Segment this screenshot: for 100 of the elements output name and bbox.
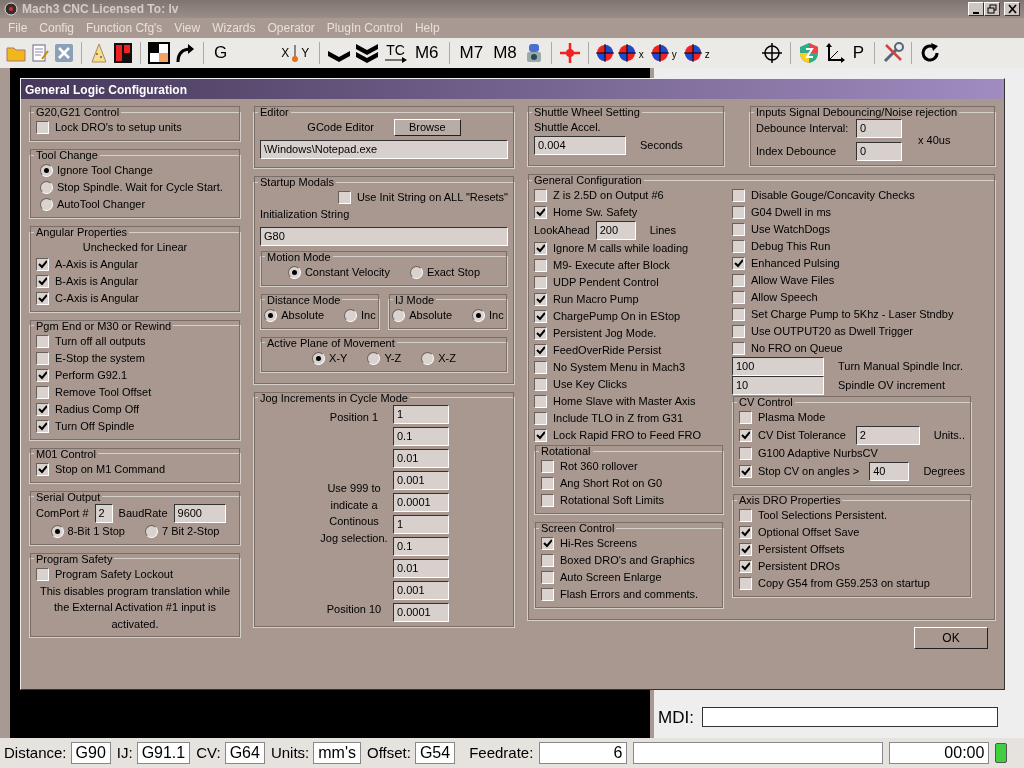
radio-button[interactable] (264, 308, 278, 322)
radio-button[interactable] (40, 164, 53, 177)
checkbox[interactable] (541, 460, 554, 473)
cross-star-icon[interactable] (558, 42, 581, 64)
checkbox[interactable] (732, 274, 745, 287)
shield-icon[interactable] (797, 42, 820, 64)
checkbox[interactable] (732, 206, 745, 219)
checkbox[interactable] (534, 310, 547, 323)
checkbox[interactable] (739, 560, 752, 573)
text-field[interactable]: 9600 (173, 503, 226, 523)
checkbox[interactable] (534, 276, 547, 289)
toolbar-text[interactable]: x (635, 47, 647, 62)
checkbox[interactable] (732, 189, 745, 202)
checkbox[interactable] (541, 537, 554, 550)
quartered-circle-icon[interactable] (650, 44, 669, 62)
toolbar-text[interactable]: P (849, 40, 868, 66)
checkbox[interactable] (732, 257, 745, 270)
text-field[interactable]: 0.001 (393, 580, 449, 600)
double-chevron-down-icon[interactable] (355, 42, 380, 64)
radio-button[interactable] (367, 351, 381, 365)
checkbox[interactable] (732, 325, 745, 338)
checkbox[interactable] (739, 526, 752, 539)
text-field[interactable]: G80 (260, 226, 508, 246)
checkered-block-icon[interactable] (113, 42, 133, 64)
checkbox[interactable] (534, 242, 547, 255)
radio-button[interactable] (287, 265, 301, 279)
checkbox[interactable] (534, 189, 547, 202)
checkbox[interactable] (534, 378, 547, 391)
document-icon[interactable] (30, 43, 50, 63)
checkbox[interactable] (541, 588, 554, 601)
checkbox[interactable] (36, 567, 49, 581)
text-field[interactable]: 0.001 (393, 470, 449, 490)
toolbar-text[interactable]: z (701, 47, 713, 62)
text-field[interactable]: 40 (869, 462, 910, 481)
checkbox[interactable] (534, 327, 547, 340)
radio-button[interactable] (421, 351, 435, 365)
checkbox[interactable] (732, 240, 745, 253)
toolbar-text[interactable]: y (668, 47, 680, 62)
checkbox[interactable] (541, 477, 554, 490)
radio-button[interactable] (40, 181, 53, 194)
checkbox[interactable] (36, 368, 49, 382)
checkbox[interactable] (739, 465, 752, 478)
text-field[interactable]: 1 (393, 404, 449, 424)
checkbox[interactable] (36, 291, 49, 305)
checkbox[interactable] (739, 577, 752, 590)
checkbox[interactable] (534, 259, 547, 272)
text-field[interactable]: 200 (595, 221, 636, 240)
checkbox[interactable] (534, 206, 547, 219)
browse-button[interactable]: Browse (394, 119, 461, 136)
close-button[interactable] (1004, 2, 1020, 16)
radio-button[interactable] (344, 308, 358, 322)
checkbox[interactable] (541, 494, 554, 507)
crosshair-circle-icon[interactable] (760, 42, 783, 64)
restore-button[interactable] (984, 2, 1000, 16)
quartered-circle-icon[interactable] (595, 44, 614, 62)
quartered-circle-icon[interactable] (617, 44, 636, 62)
text-field[interactable]: 0.1 (393, 536, 449, 556)
checkbox[interactable] (534, 429, 547, 442)
curved-arrow-icon[interactable] (174, 42, 196, 64)
checkbox[interactable] (534, 412, 547, 425)
checkbox[interactable] (534, 344, 547, 357)
radio-button[interactable] (409, 265, 423, 279)
checkbox[interactable] (36, 402, 49, 416)
checkbox[interactable] (739, 543, 752, 556)
radio-button[interactable] (312, 351, 326, 365)
checkbox[interactable] (534, 361, 547, 374)
checkbox[interactable] (36, 419, 49, 433)
checkbox[interactable] (36, 274, 49, 288)
checkbox[interactable] (36, 121, 49, 134)
checkbox[interactable] (739, 509, 752, 522)
ok-button[interactable]: OK (914, 627, 988, 649)
checkbox[interactable] (732, 223, 745, 236)
toolbar-text[interactable]: TC (383, 43, 408, 57)
toolbar-text[interactable]: Y (298, 44, 313, 62)
text-field[interactable]: 0.1 (393, 426, 449, 446)
text-field[interactable]: 0.0001 (393, 492, 449, 512)
text-field[interactable]: 0.01 (393, 558, 449, 578)
text-field[interactable]: 1 (393, 514, 449, 534)
mdi-field[interactable] (701, 707, 998, 728)
close-icon[interactable] (54, 43, 74, 63)
tools-icon[interactable] (882, 42, 905, 64)
toolbar-text[interactable]: M7 (456, 40, 487, 66)
text-field[interactable]: 2 (94, 503, 113, 523)
checkbox[interactable] (739, 429, 752, 442)
minimize-button[interactable] (968, 2, 984, 16)
split-square-icon[interactable] (148, 42, 170, 64)
checkbox[interactable] (739, 411, 752, 424)
checkbox[interactable] (732, 308, 745, 321)
checkbox[interactable] (541, 571, 554, 584)
checkbox[interactable] (36, 334, 49, 348)
toolbar-text[interactable]: G (211, 40, 231, 66)
text-field[interactable]: 0.01 (393, 448, 449, 468)
pin-icon[interactable] (292, 43, 299, 63)
text-field[interactable]: 10 (732, 376, 824, 395)
text-field[interactable]: 0 (856, 119, 902, 138)
radio-button[interactable] (392, 308, 406, 322)
radio-button[interactable] (40, 198, 53, 211)
text-field[interactable]: \Windows\Notepad.exe (260, 140, 508, 159)
checkbox[interactable] (739, 447, 752, 460)
toolbar-text[interactable]: M6 (411, 40, 442, 66)
